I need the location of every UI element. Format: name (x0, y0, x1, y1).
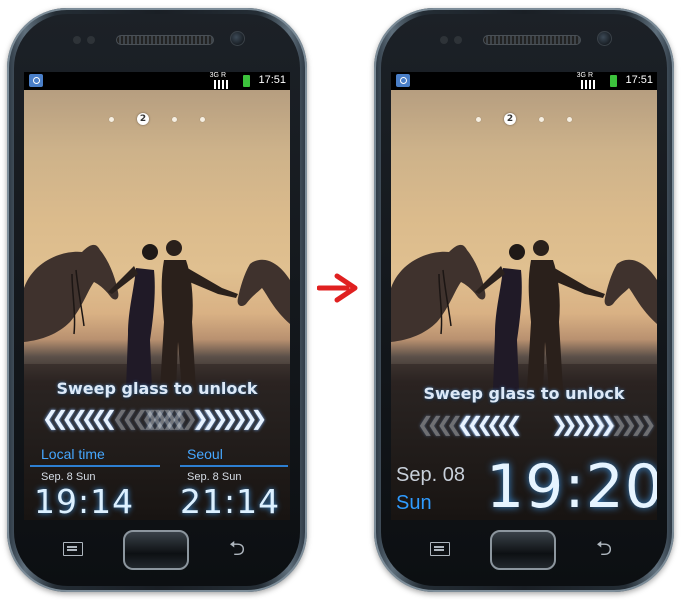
home-button[interactable] (490, 530, 556, 570)
network-type: 3G R (209, 72, 226, 79)
earpiece-speaker (483, 35, 581, 45)
page-dot-active[interactable]: 2 (137, 113, 150, 125)
earpiece-speaker (116, 35, 214, 45)
front-camera (230, 31, 245, 46)
camera-notification-icon (396, 74, 410, 87)
lockscreen: 3G R 17:51 2 Sweep glass to unlock ❮❮❮❮❮… (24, 72, 290, 520)
lockscreen: 3G R 17:51 2 Sweep glass to unlock ❮❮❮❮❮… (391, 72, 657, 520)
page-dot-active[interactable]: 2 (504, 113, 517, 125)
unlock-hint: Sweep glass to unlock (423, 384, 625, 403)
page-indicator[interactable]: 2 (391, 113, 657, 125)
clock-divider-local (30, 465, 160, 467)
back-key-icon[interactable]: ⮌ (229, 538, 245, 558)
status-clock: 17:51 (258, 74, 286, 86)
swipe-left-arrows[interactable]: ❮❮❮❮❮❮❮ (42, 406, 117, 430)
proximity-sensor (440, 36, 448, 44)
page-dot[interactable] (566, 116, 572, 122)
proximity-sensor (73, 36, 81, 44)
lock-day: Sun (396, 492, 432, 514)
clock-label-local: Local time (41, 446, 105, 462)
couple-horses-silhouette (391, 240, 657, 390)
battery-icon (243, 75, 250, 87)
clock-divider-seoul (180, 465, 288, 467)
transition-arrow-icon (317, 273, 358, 303)
page-dot[interactable] (171, 116, 177, 122)
camera-notification-icon (29, 74, 43, 87)
menu-key-icon[interactable] (430, 542, 450, 556)
lock-clock: 19:20 (486, 452, 657, 520)
unlock-hint: Sweep glass to unlock (56, 379, 258, 398)
signal-bars-icon (214, 80, 228, 89)
network-type: 3G R (576, 72, 593, 79)
swipe-right-arrows-faded: ❯❯❯❯❯❯ (591, 412, 656, 436)
page-dot[interactable] (476, 116, 482, 122)
phone-after: 3G R 17:51 2 Sweep glass to unlock ❮❮❮❮❮… (374, 8, 674, 592)
page-dot[interactable] (538, 116, 544, 122)
light-sensor (87, 36, 95, 44)
swipe-left-arrows[interactable]: ❮❮❮❮❮❮ (457, 412, 522, 436)
page-dot[interactable] (199, 116, 205, 122)
page-indicator[interactable]: 2 (24, 113, 290, 125)
couple-horses-silhouette (24, 240, 290, 390)
signal-bars-icon (581, 80, 595, 89)
battery-icon (610, 75, 617, 87)
front-camera (597, 31, 612, 46)
light-sensor (454, 36, 462, 44)
home-button[interactable] (123, 530, 189, 570)
swipe-right-arrows[interactable]: ❯❯❯❯❯❯❯ (192, 406, 267, 430)
phone-before: 3G R 17:51 2 Sweep glass to unlock ❮❮❮❮❮… (7, 8, 307, 592)
clock-time-seoul: 21:14 (180, 482, 281, 520)
status-clock: 17:51 (625, 74, 653, 86)
status-bar: 3G R 17:51 (391, 72, 657, 90)
menu-key-icon[interactable] (63, 542, 83, 556)
clock-time-local: 19:14 (34, 482, 135, 520)
status-bar: 3G R 17:51 (24, 72, 290, 90)
lock-date: Sep. 08 (396, 464, 465, 486)
page-dot[interactable] (109, 116, 115, 122)
clock-label-seoul: Seoul (187, 446, 223, 462)
back-key-icon[interactable]: ⮌ (596, 538, 612, 558)
